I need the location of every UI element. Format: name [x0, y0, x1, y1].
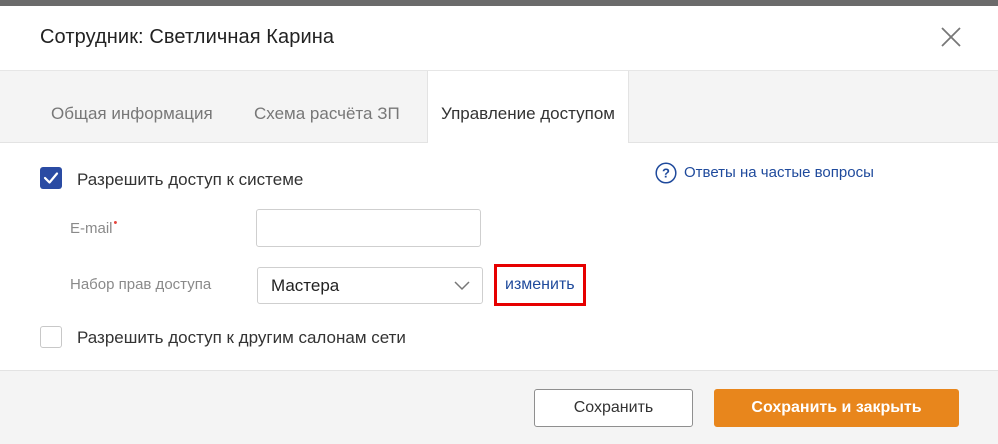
- email-field[interactable]: [256, 209, 481, 247]
- faq-label[interactable]: Ответы на частые вопросы: [684, 164, 874, 181]
- modal-header: Сотрудник: Светличная Карина: [0, 6, 998, 71]
- rights-select[interactable]: Мастера: [257, 267, 483, 304]
- required-marker: •: [113, 217, 118, 229]
- modal-footer: Сохранить Сохранить и закрыть: [0, 370, 998, 444]
- question-circle-icon: ?: [655, 162, 677, 184]
- chevron-down-icon: [454, 281, 470, 291]
- email-label: E-mail•: [70, 217, 118, 237]
- close-icon[interactable]: [940, 26, 962, 48]
- modal-title: Сотрудник: Светличная Карина: [40, 26, 335, 48]
- tab-general-info[interactable]: Общая информация: [51, 71, 213, 142]
- change-rights-link[interactable]: изменить: [505, 276, 575, 294]
- allow-system-checkbox[interactable]: [40, 167, 62, 189]
- save-button[interactable]: Сохранить: [534, 389, 693, 427]
- svg-text:?: ?: [662, 166, 670, 181]
- tab-access-management[interactable]: Управление доступом: [427, 71, 629, 143]
- rights-selected-value: Мастера: [271, 276, 340, 295]
- change-link-highlight: изменить: [494, 264, 586, 306]
- save-and-close-button[interactable]: Сохранить и закрыть: [714, 389, 959, 427]
- checkmark-icon: [43, 172, 59, 184]
- tab-salary-scheme[interactable]: Схема расчёта ЗП: [254, 71, 400, 142]
- tab-bar: Общая информация Схема расчёта ЗП Управл…: [0, 71, 998, 143]
- email-label-text: E-mail: [70, 220, 113, 237]
- rights-label: Набор прав доступа: [70, 276, 212, 293]
- allow-network-label: Разрешить доступ к другим салонам сети: [77, 328, 406, 347]
- allow-network-checkbox[interactable]: [40, 326, 62, 348]
- allow-system-label: Разрешить доступ к системе: [77, 170, 304, 189]
